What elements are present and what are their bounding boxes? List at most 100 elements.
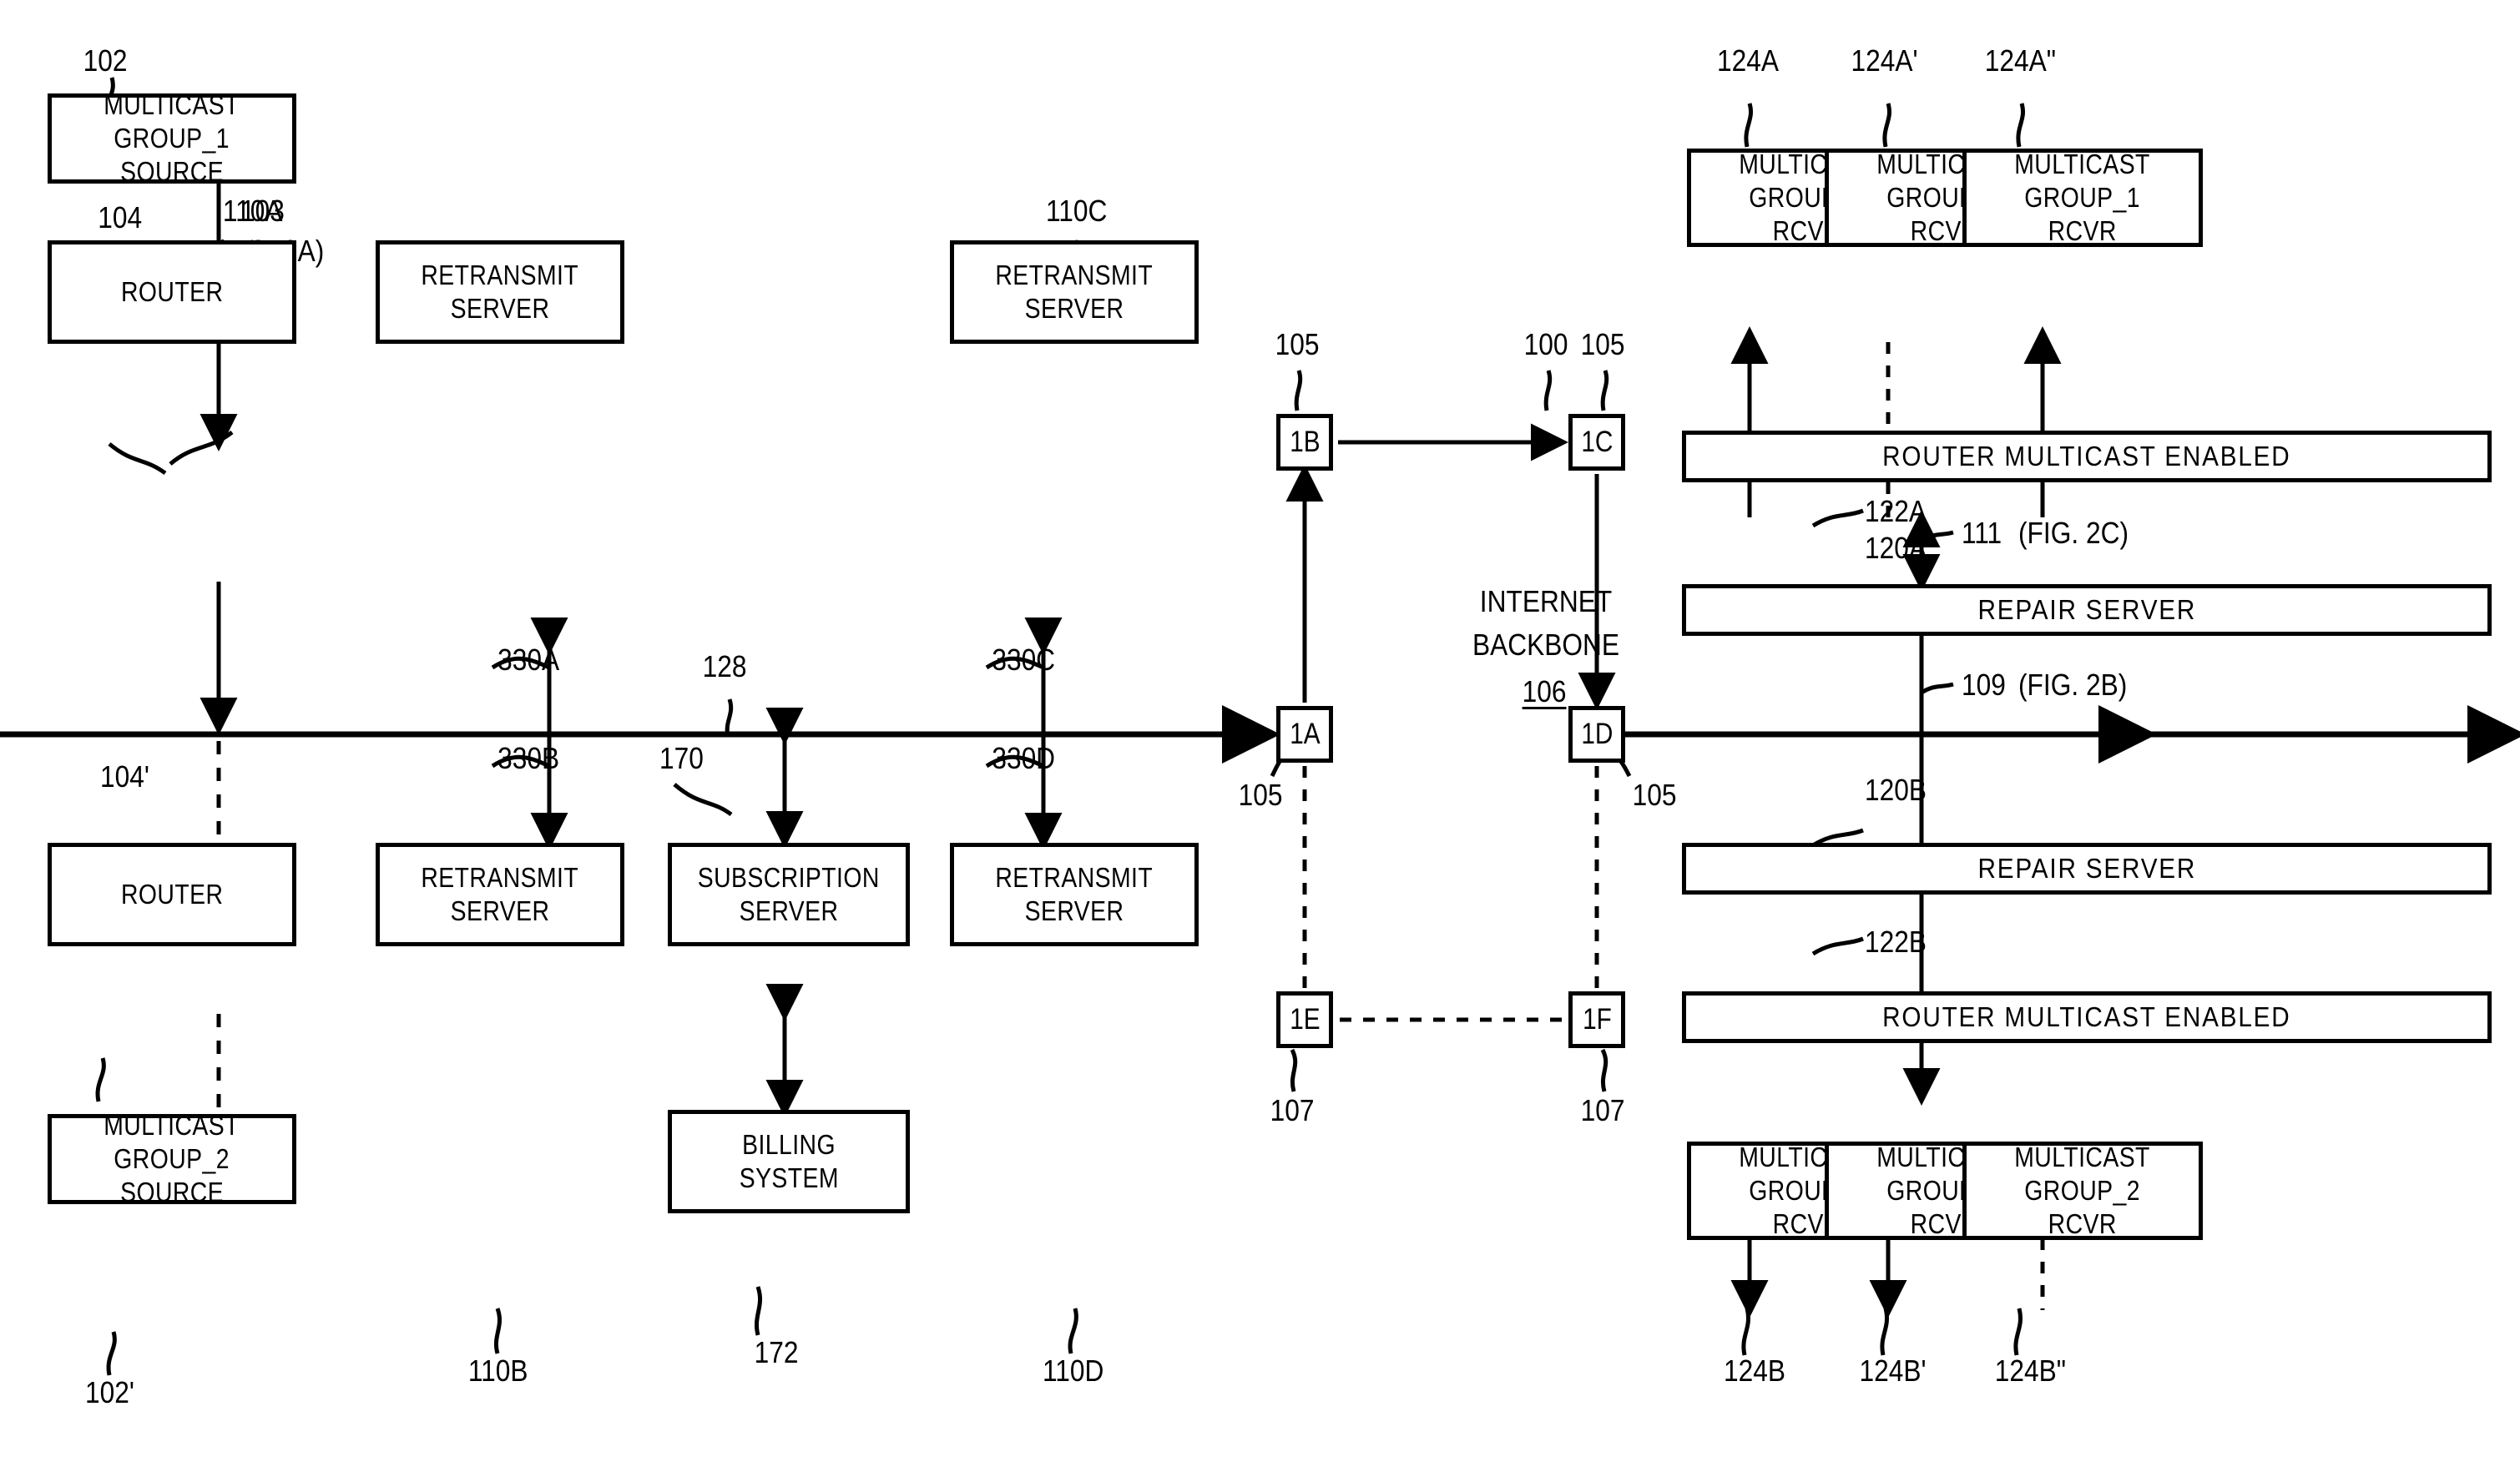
subscription-server-box: SUBSCRIPTION SERVER [668, 843, 910, 946]
backbone-node-1E: 1E [1276, 991, 1333, 1048]
patent-figure: 102 MULTICAST GROUP_1 SOURCE 104 103 (FI… [0, 0, 2520, 1477]
node-1D-label: 1D [1580, 718, 1614, 750]
ref-172: 172 [754, 1335, 799, 1369]
billing-line2: SYSTEM [739, 1162, 839, 1193]
leader-104prime-hook [95, 1057, 106, 1102]
ref-105-1C: 105 [1580, 327, 1625, 361]
ref-330A: 330A [497, 643, 560, 677]
router-top-box: ROUTER [48, 240, 296, 344]
ref-102: 102 [83, 43, 128, 78]
leader-105-1B [1294, 370, 1303, 411]
ref-107-1E: 107 [1270, 1093, 1315, 1127]
ref-104: 104 [98, 200, 143, 234]
leader-124A [1744, 103, 1753, 148]
source2-line1: MULTICAST [104, 1109, 240, 1141]
ref-109-fig-note: (FIG. 2B) [2018, 668, 2128, 702]
router-bottom-box: ROUTER [48, 843, 296, 946]
leader-124Bdblprime [2013, 1308, 2023, 1356]
node-1A-label: 1A [1289, 718, 1321, 750]
leader-107-1E [1290, 1048, 1298, 1092]
multicast-group1-source-box: MULTICAST GROUP_1 SOURCE [48, 89, 296, 187]
ref-100: 100 [1523, 327, 1568, 361]
retransmit-c-line1: RETRANSMIT [995, 259, 1154, 290]
repair-server-top-bar: REPAIR SERVER [1682, 584, 2492, 636]
leader-105-1C [1600, 370, 1609, 411]
ref-124A-dblprime: 124A" [1984, 43, 2057, 78]
retransmit-d-line1: RETRANSMIT [995, 861, 1154, 893]
leader-120A [1811, 936, 1864, 956]
rcvr-124Bdbl-line2: GROUP_2 [2024, 1174, 2141, 1206]
router-bottom-label: ROUTER [120, 878, 224, 910]
retransmit-server-a-box: RETRANSMIT SERVER [376, 240, 624, 344]
leader-172 [755, 1286, 763, 1336]
leader-102prime [106, 1331, 117, 1376]
ref-109: 109 [1962, 668, 2006, 702]
retransmit-c-line2: SERVER [1024, 293, 1124, 324]
rcvr-124Adbl-line1: MULTICAST [2014, 148, 2151, 179]
backbone-node-1D: 1D [1568, 706, 1625, 763]
source1-line1: MULTICAST [104, 88, 240, 120]
ref-122A: 122A [1865, 494, 1927, 528]
ref-111-fig-note: (FIG. 2C) [2018, 516, 2129, 550]
receiver-124Adblprime-box: MULTICAST GROUP_1 RCVR [1962, 149, 2203, 247]
leader-103 [169, 431, 234, 466]
router-top-label: ROUTER [120, 275, 224, 307]
repair-server-bottom-bar: REPAIR SERVER [1682, 843, 2492, 895]
ref-120B: 120B [1865, 773, 1927, 807]
rcvr-124Bdbl-line1: MULTICAST [2014, 1141, 2151, 1172]
leader-124Bprime [1880, 1308, 1889, 1356]
ref-111: 111 [1962, 516, 2002, 550]
rcvr-124Adbl-line2: GROUP_1 [2024, 181, 2141, 213]
leader-107-1F [1600, 1048, 1608, 1092]
retransmit-b-line2: SERVER [450, 895, 550, 926]
receiver-124Bdblprime-box: MULTICAST GROUP_2 RCVR [1962, 1142, 2203, 1240]
repair-bottom-bar-label: REPAIR SERVER [1977, 853, 2196, 884]
billing-system-box: BILLING SYSTEM [668, 1110, 910, 1213]
ref-110D: 110D [1043, 1353, 1104, 1388]
leader-109 [1920, 682, 1954, 695]
subscription-line1: SUBSCRIPTION [697, 861, 881, 893]
retransmit-server-c-box: RETRANSMIT SERVER [950, 240, 1199, 344]
ref-104-prime: 104' [100, 759, 149, 794]
ref-330D: 330D [992, 741, 1056, 775]
leader-110D-hook [1068, 1308, 1078, 1354]
ref-124B: 124B [1724, 1353, 1786, 1388]
leader-170 [673, 783, 733, 817]
router-bottom-bar-label: ROUTER MULTICAST ENABLED [1882, 1001, 2291, 1032]
ref-120A: 120A [1865, 531, 1927, 565]
rcvr-124Adbl-line3: RCVR [2048, 215, 2118, 247]
ref-105-1A: 105 [1238, 778, 1283, 812]
retransmit-a-line2: SERVER [450, 293, 550, 324]
node-1C-label: 1C [1580, 426, 1614, 458]
backbone-node-1A: 1A [1276, 706, 1333, 763]
ref-110B: 110B [467, 1353, 528, 1388]
ref-124B-prime: 124B' [1859, 1353, 1927, 1388]
subscription-line2: SERVER [739, 895, 839, 926]
backbone-node-1F: 1F [1568, 991, 1625, 1048]
router-top-bar-label: ROUTER MULTICAST ENABLED [1882, 441, 2291, 471]
source2-line2: GROUP_2 [114, 1142, 230, 1174]
ref-102-prime: 102' [85, 1375, 134, 1409]
node-1E-label: 1E [1289, 1003, 1321, 1036]
repair-top-bar-label: REPAIR SERVER [1977, 594, 2196, 625]
leader-122A [1811, 508, 1864, 528]
ref-124A: 124A [1717, 43, 1780, 78]
ref-122B: 122B [1865, 925, 1927, 959]
ref-170: 170 [659, 741, 704, 775]
leader-110B-hook [494, 1308, 502, 1354]
router-multicast-enabled-top-bar: ROUTER MULTICAST ENABLED [1682, 431, 2492, 482]
ref-110A: 110A [222, 194, 283, 228]
ref-128: 128 [702, 649, 747, 683]
ref-110C: 110C [1046, 194, 1108, 228]
retransmit-server-b-box: RETRANSMIT SERVER [376, 843, 624, 946]
leader-124Aprime [1882, 103, 1891, 148]
backbone-label-line1: INTERNET [1479, 584, 1613, 618]
source1-line3: SOURCE [119, 156, 225, 188]
leader-100 [1543, 370, 1553, 411]
leader-124Adblprime [2016, 103, 2025, 148]
retransmit-server-d-box: RETRANSMIT SERVER [950, 843, 1199, 946]
backbone-node-1C: 1C [1568, 414, 1625, 471]
leader-124B [1741, 1308, 1750, 1356]
rcvr-124Bdbl-line3: RCVR [2048, 1208, 2118, 1240]
backbone-node-1B: 1B [1276, 414, 1333, 471]
